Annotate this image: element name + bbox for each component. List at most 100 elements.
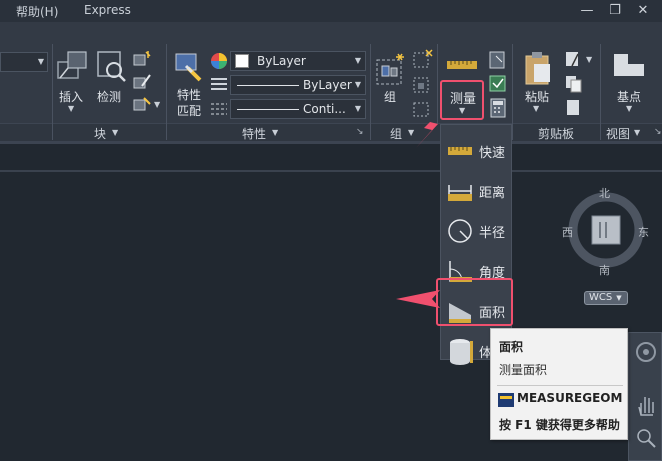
paste-button[interactable] — [522, 50, 554, 86]
properties-panel-expand-icon[interactable]: ▼ — [272, 128, 278, 137]
match-properties-button[interactable] — [172, 48, 206, 84]
match-properties-icon — [175, 53, 202, 82]
paste-dropdown-arrow[interactable]: ▼ — [533, 104, 539, 113]
viewcube-south[interactable]: 南 — [599, 262, 610, 278]
close-icon[interactable]: ✕ — [630, 2, 656, 20]
insert-block-button[interactable] — [56, 48, 92, 84]
view-dialog-launcher-icon[interactable]: ↘ — [654, 127, 662, 137]
clipboard-panel-title[interactable]: 剪贴板 — [538, 125, 574, 141]
menu-item-quick-label: 快速 — [479, 146, 506, 161]
color-dropdown-value: ByLayer — [257, 54, 306, 68]
detect-label: 检测 — [96, 90, 121, 104]
match-properties-label-1: 特性 — [176, 88, 201, 102]
area-item-highlight — [436, 278, 513, 326]
menu-item-radius[interactable]: 半径 — [441, 211, 511, 251]
calculator-icon[interactable] — [488, 98, 508, 118]
detect-button[interactable] — [94, 48, 128, 84]
viewcube-west[interactable]: 西 — [562, 224, 573, 240]
magnifier-icon — [97, 51, 126, 82]
group-panel-title[interactable]: 组 — [390, 125, 402, 141]
paste-label: 粘贴 — [524, 90, 549, 104]
cut-dropdown-arrow[interactable]: ▼ — [586, 55, 592, 64]
command-icon — [498, 393, 514, 407]
layer-dropdown-partial[interactable]: ▼ — [0, 52, 48, 72]
edit-block-icon[interactable] — [132, 72, 152, 90]
insert-dropdown-arrow[interactable]: ▼ — [68, 104, 74, 113]
viewcube-compass-ring-icon — [568, 192, 644, 268]
tooltip-divider — [497, 385, 623, 386]
cut-icon[interactable] — [564, 50, 584, 70]
group-icon — [376, 53, 404, 85]
measure-label: 测量 — [449, 92, 476, 107]
view-panel-expand-icon[interactable]: ▼ — [634, 128, 640, 137]
tooltip-title: 面积 — [499, 340, 524, 354]
insert-label: 插入 — [58, 90, 83, 104]
command-tooltip: 面积 测量面积 MEASUREGEOM 按 F1 键获得更多帮助 — [490, 328, 628, 440]
match-properties-label-2: 匹配 — [176, 104, 201, 118]
edit-attributes-icon[interactable] — [132, 94, 152, 112]
base-point-dropdown-arrow[interactable]: ▼ — [626, 104, 632, 113]
minimize-icon[interactable]: — — [574, 2, 600, 20]
id-point-icon[interactable] — [488, 50, 508, 70]
copy-clip-icon[interactable] — [564, 98, 584, 118]
copy-icon[interactable] — [564, 74, 584, 94]
quick-select-icon[interactable] — [488, 74, 508, 94]
base-point-label: 基点 — [616, 90, 641, 104]
volume-icon — [450, 339, 473, 365]
menu-item-distance-label: 距离 — [479, 186, 506, 201]
attributes-dropdown-arrow[interactable]: ▼ — [154, 100, 160, 109]
linetype-dropdown-value: Conti... — [303, 102, 346, 116]
menu-express[interactable]: Express — [84, 3, 131, 17]
lineweight-icon — [210, 76, 228, 92]
linetype-icon — [210, 101, 228, 117]
menu-item-distance[interactable]: 距离 — [441, 171, 511, 211]
zoom-extents-icon[interactable] — [635, 427, 657, 449]
wcs-label: WCS — [589, 292, 613, 303]
base-point-icon — [614, 54, 644, 76]
base-point-button[interactable] — [612, 52, 646, 82]
block-panel-expand-icon[interactable]: ▼ — [112, 128, 118, 137]
pointer-arrow-icon — [396, 290, 440, 308]
color-dropdown[interactable]: ByLayer ▼ — [230, 51, 366, 71]
separator — [600, 44, 601, 140]
block-panel-title[interactable]: 块 — [94, 125, 106, 141]
tooltip-help-text: 按 F1 键获得更多帮助 — [499, 418, 620, 432]
menu-help[interactable]: 帮助(H) — [16, 3, 58, 20]
separator — [166, 44, 167, 140]
radius-icon — [448, 219, 472, 243]
title-bar: 帮助(H) Express — ❐ ✕ — [0, 0, 662, 22]
pointer-arrow-icon — [416, 102, 450, 148]
lineweight-dropdown-value: ByLayer — [303, 78, 352, 92]
group-edit-icon[interactable] — [412, 74, 434, 96]
distance-icon — [448, 185, 472, 201]
color-wheel-icon[interactable] — [210, 52, 228, 70]
wcs-menu[interactable]: WCS ▼ — [584, 291, 628, 305]
create-block-icon[interactable] — [132, 50, 152, 68]
tooltip-command: MEASUREGEOM — [517, 391, 623, 405]
properties-dialog-launcher-icon[interactable]: ↘ — [356, 127, 364, 137]
ruler-icon-top — [446, 58, 478, 72]
clipboard-icon — [525, 52, 550, 85]
group-label: 组 — [383, 90, 396, 104]
viewcube[interactable] — [566, 190, 646, 270]
viewcube-north[interactable]: 北 — [599, 185, 610, 201]
restore-icon[interactable]: ❐ — [602, 2, 628, 20]
menu-item-radius-label: 半径 — [479, 226, 506, 241]
insert-block-icon — [57, 51, 87, 79]
viewcube-east[interactable]: 东 — [638, 224, 649, 240]
steering-wheel-icon[interactable] — [635, 341, 657, 363]
view-panel-title[interactable]: 视图 — [606, 125, 630, 141]
ungroup-icon[interactable] — [412, 48, 434, 70]
tooltip-description: 测量面积 — [499, 363, 548, 377]
separator — [512, 44, 513, 140]
navigation-bar — [628, 332, 662, 461]
measure-dropdown-arrow[interactable]: ▼ — [459, 106, 465, 115]
lineweight-dropdown[interactable]: ByLayer ▼ — [230, 75, 366, 95]
separator — [370, 44, 371, 140]
properties-panel-title[interactable]: 特性 — [242, 125, 266, 141]
group-button[interactable] — [374, 52, 408, 88]
file-tab-line — [0, 170, 662, 172]
linetype-dropdown[interactable]: Conti... ▼ — [230, 99, 366, 119]
color-swatch — [235, 54, 249, 68]
pan-hand-icon[interactable] — [635, 393, 657, 417]
